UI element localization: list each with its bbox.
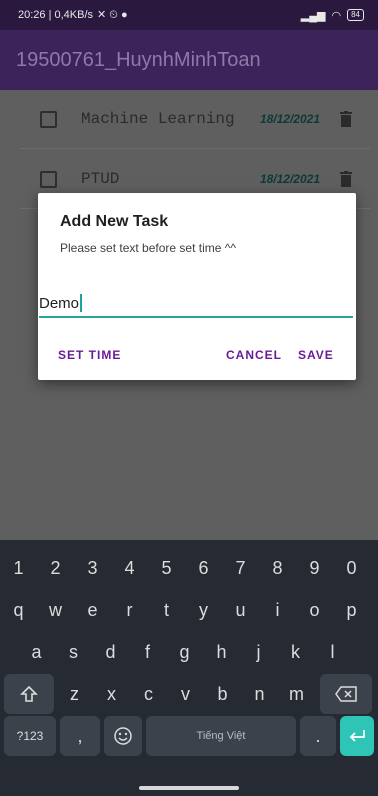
shift-key[interactable] xyxy=(4,674,54,714)
key-0[interactable]: 0 xyxy=(333,548,370,588)
emoji-key[interactable] xyxy=(104,716,142,756)
key-w[interactable]: w xyxy=(37,590,74,630)
app-title: 19500761_HuynhMinhToan xyxy=(16,48,261,71)
cancel-button[interactable]: CANCEL xyxy=(226,348,282,362)
task-title: Machine Learning xyxy=(81,110,235,128)
key-m[interactable]: m xyxy=(278,674,315,714)
text-cursor xyxy=(80,294,83,312)
key-r[interactable]: r xyxy=(111,590,148,630)
space-key[interactable]: Tiếng Việt xyxy=(146,716,296,756)
symbols-key[interactable]: ?123 xyxy=(4,716,56,756)
save-button[interactable]: SAVE xyxy=(298,348,334,362)
navigation-handle[interactable] xyxy=(139,786,239,790)
key-7[interactable]: 7 xyxy=(222,548,259,588)
key-q[interactable]: q xyxy=(0,590,37,630)
emoji-icon xyxy=(114,727,132,745)
key-o[interactable]: o xyxy=(296,590,333,630)
backspace-icon xyxy=(335,686,357,702)
key-x[interactable]: x xyxy=(93,674,130,714)
key-d[interactable]: d xyxy=(92,632,129,672)
keyboard: 1 2 3 4 5 6 7 8 9 0 q w e r t y u i o p … xyxy=(0,540,378,796)
enter-icon xyxy=(349,730,365,742)
add-task-dialog: Add New Task Please set text before set … xyxy=(38,193,356,380)
key-s[interactable]: s xyxy=(55,632,92,672)
key-z[interactable]: z xyxy=(56,674,93,714)
task-title: PTUD xyxy=(81,170,120,188)
key-b[interactable]: b xyxy=(204,674,241,714)
key-u[interactable]: u xyxy=(222,590,259,630)
task-row[interactable]: Machine Learning 18/12/2021 xyxy=(20,90,370,149)
dialog-title: Add New Task xyxy=(60,213,169,230)
key-8[interactable]: 8 xyxy=(259,548,296,588)
trash-icon[interactable] xyxy=(340,111,352,127)
key-c[interactable]: c xyxy=(130,674,167,714)
status-time: 20:26 | 0,4KB/s xyxy=(18,9,94,21)
task-name-input[interactable]: Demo xyxy=(39,288,353,318)
enter-key[interactable] xyxy=(340,716,374,756)
key-2[interactable]: 2 xyxy=(37,548,74,588)
wifi-icon: ◠ xyxy=(331,9,342,22)
input-underline xyxy=(39,316,353,318)
key-h[interactable]: h xyxy=(203,632,240,672)
trash-icon[interactable] xyxy=(340,171,352,187)
set-time-button[interactable]: SET TIME xyxy=(58,348,121,362)
key-l[interactable]: l xyxy=(314,632,351,672)
key-4[interactable]: 4 xyxy=(111,548,148,588)
key-a[interactable]: a xyxy=(18,632,55,672)
status-bar: 20:26 | 0,4KB/s ✕ ⏲ ● ▂▄▆ ◠ 84 xyxy=(0,0,378,30)
key-k[interactable]: k xyxy=(277,632,314,672)
period-key[interactable]: . xyxy=(300,716,336,756)
task-name-value: Demo xyxy=(39,294,80,312)
key-y[interactable]: y xyxy=(185,590,222,630)
key-t[interactable]: t xyxy=(148,590,185,630)
key-5[interactable]: 5 xyxy=(148,548,185,588)
comma-key[interactable]: , xyxy=(60,716,100,756)
task-checkbox[interactable] xyxy=(40,110,57,128)
key-i[interactable]: i xyxy=(259,590,296,630)
battery-icon: 84 xyxy=(347,9,364,21)
task-date: 18/12/2021 xyxy=(259,112,320,126)
key-n[interactable]: n xyxy=(241,674,278,714)
key-f[interactable]: f xyxy=(129,632,166,672)
key-6[interactable]: 6 xyxy=(185,548,222,588)
key-e[interactable]: e xyxy=(74,590,111,630)
key-j[interactable]: j xyxy=(240,632,277,672)
key-1[interactable]: 1 xyxy=(0,548,37,588)
key-v[interactable]: v xyxy=(167,674,204,714)
app-bar: 19500761_HuynhMinhToan xyxy=(0,30,378,90)
key-g[interactable]: g xyxy=(166,632,203,672)
dialog-message: Please set text before set time ^^ xyxy=(60,241,237,255)
key-p[interactable]: p xyxy=(333,590,370,630)
signal-icon: ▂▄▆ xyxy=(300,9,326,22)
shift-icon xyxy=(20,685,38,702)
key-3[interactable]: 3 xyxy=(74,548,111,588)
notification-icons: ✕ ⏲ ● xyxy=(97,9,128,21)
backspace-key[interactable] xyxy=(320,674,372,714)
task-checkbox[interactable] xyxy=(40,170,57,188)
task-date: 18/12/2021 xyxy=(259,172,320,186)
key-9[interactable]: 9 xyxy=(296,548,333,588)
